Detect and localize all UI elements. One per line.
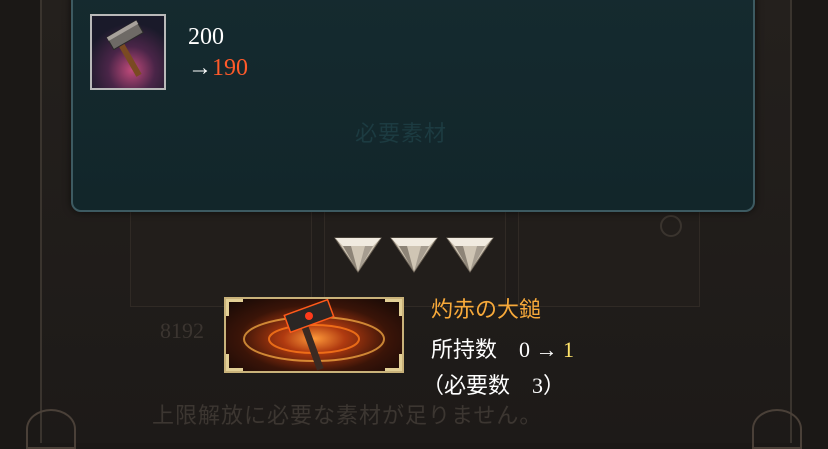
owned-label: 所持数 [431, 337, 498, 362]
frame-corner [385, 354, 402, 371]
ornament-icon [26, 409, 76, 449]
diamond-gem-icon [446, 237, 494, 273]
required-count: （必要数 3） [422, 373, 566, 398]
new-value-line: →190 [188, 53, 248, 84]
background-message: 上限解放に必要な素材が足りません。 [152, 403, 543, 428]
owned-arrow: → [535, 337, 558, 362]
new-value: 190 [212, 55, 248, 81]
item-name: 灼赤の大鎚 [431, 297, 542, 322]
faded-label: 必要素材 [355, 121, 448, 146]
background-card [130, 205, 312, 307]
zoom-icon [660, 215, 682, 237]
owned-after: 1 [563, 337, 575, 362]
background-number: 8192 [160, 318, 204, 343]
arrow: → [188, 55, 212, 81]
diamond-gem-icon [390, 237, 438, 273]
frame-corner [226, 299, 243, 316]
flaming-hammer-icon[interactable] [224, 297, 404, 373]
owned-before: 0 [519, 337, 531, 362]
current-value: 200 [188, 24, 224, 50]
stat-values: 200 →190 [188, 22, 248, 84]
frame-corner [226, 354, 243, 371]
hammer-icon [90, 14, 166, 90]
item-tooltip: 200 →190 必要素材 [71, 0, 755, 212]
ornament-icon [752, 409, 802, 449]
frame-corner [385, 299, 402, 316]
diamond-gem-icon [334, 237, 382, 273]
owned-count: 所持数 0 → 1 [431, 332, 574, 364]
